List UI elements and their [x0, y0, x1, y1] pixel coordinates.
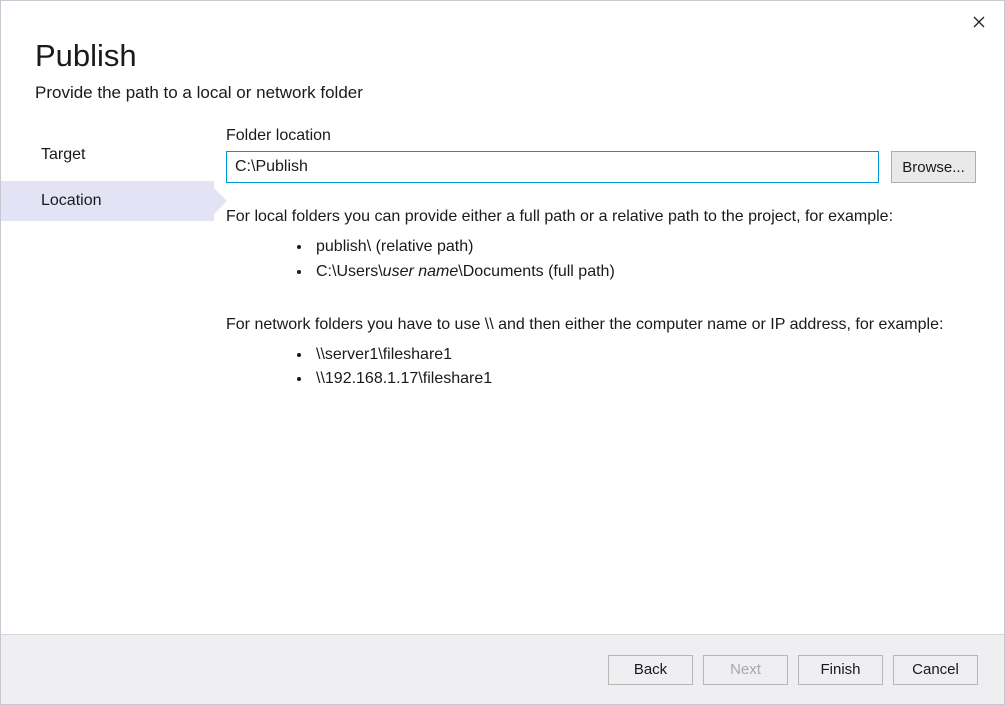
local-example-full: C:\Users\user name\Documents (full path) — [312, 260, 976, 285]
dialog-header: Publish Provide the path to a local or n… — [1, 1, 1004, 103]
dialog-title: Publish — [35, 39, 970, 73]
local-example-relative: publish\ (relative path) — [312, 235, 976, 260]
dialog-footer: Back Next Finish Cancel — [1, 634, 1004, 704]
browse-button[interactable]: Browse... — [891, 151, 976, 183]
nav-item-label: Location — [41, 192, 102, 210]
folder-location-input[interactable] — [226, 151, 879, 183]
next-button: Next — [703, 655, 788, 685]
close-icon — [973, 16, 985, 28]
local-folders-help: For local folders you can provide either… — [226, 205, 976, 285]
dialog-body: Target Location Folder location Browse..… — [1, 103, 1004, 420]
network-example-ip: \\192.168.1.17\fileshare1 — [312, 367, 976, 392]
nav-item-label: Target — [41, 146, 85, 164]
network-folders-help: For network folders you have to use \\ a… — [226, 313, 976, 393]
folder-location-label: Folder location — [226, 127, 976, 145]
nav-item-target[interactable]: Target — [1, 135, 214, 175]
network-help-intro: For network folders you have to use \\ a… — [226, 313, 976, 337]
local-help-intro: For local folders you can provide either… — [226, 205, 976, 229]
wizard-nav: Target Location — [1, 135, 214, 420]
nav-item-location[interactable]: Location — [1, 181, 214, 221]
folder-location-row: Browse... — [226, 151, 976, 183]
close-button[interactable] — [964, 9, 994, 35]
local-help-list: publish\ (relative path) C:\Users\user n… — [226, 235, 976, 285]
cancel-button[interactable]: Cancel — [893, 655, 978, 685]
back-button[interactable]: Back — [608, 655, 693, 685]
network-help-list: \\server1\fileshare1 \\192.168.1.17\file… — [226, 343, 976, 393]
dialog-subtitle: Provide the path to a local or network f… — [35, 83, 970, 103]
wizard-content: Folder location Browse... For local fold… — [214, 135, 1004, 420]
network-example-hostname: \\server1\fileshare1 — [312, 343, 976, 368]
finish-button[interactable]: Finish — [798, 655, 883, 685]
